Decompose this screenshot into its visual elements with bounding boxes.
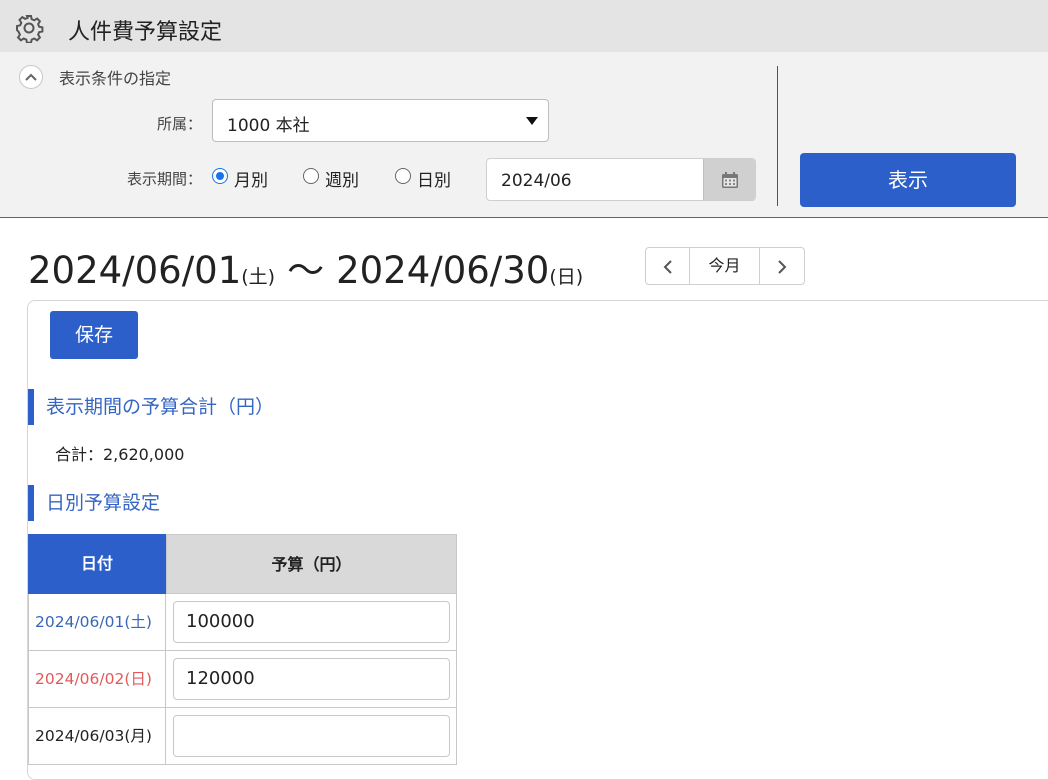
month-input[interactable]: 2024/06 bbox=[486, 158, 756, 201]
chevron-right-icon bbox=[778, 260, 787, 274]
row-date: 2024/06/03(月) bbox=[28, 708, 166, 764]
caret-down-icon bbox=[526, 117, 538, 125]
calendar-icon bbox=[722, 172, 738, 188]
month-value: 2024/06 bbox=[501, 171, 572, 191]
radio-monthly[interactable]: 月別 bbox=[212, 166, 282, 191]
gear-icon[interactable] bbox=[14, 13, 44, 43]
budget-input[interactable] bbox=[173, 715, 450, 757]
department-value: 1000 本社 bbox=[227, 116, 310, 136]
calendar-button[interactable] bbox=[703, 159, 755, 200]
radio-weekly[interactable]: 週別 bbox=[303, 166, 373, 191]
department-label: 所属： bbox=[156, 115, 202, 133]
row-date: 2024/06/01(土) bbox=[28, 594, 166, 650]
chevron-left-icon bbox=[663, 260, 672, 274]
next-period-button[interactable] bbox=[760, 248, 804, 284]
show-button[interactable]: 表示 bbox=[800, 153, 1016, 207]
budget-total-value: 合計：2,620,000 bbox=[55, 445, 185, 464]
radio-dot bbox=[212, 168, 228, 184]
radio-label: 週別 bbox=[325, 171, 359, 191]
table-row: 2024/06/03(月) bbox=[28, 708, 457, 765]
department-select[interactable]: 1000 本社 bbox=[212, 99, 549, 142]
current-month-button[interactable]: 今月 bbox=[690, 248, 760, 284]
radio-label: 日別 bbox=[417, 171, 451, 191]
budget-total-heading: 表示期間の予算合計（円） bbox=[28, 389, 274, 425]
daily-budget-heading: 日別予算設定 bbox=[28, 485, 160, 521]
budget-input[interactable]: 100000 bbox=[173, 601, 450, 643]
row-date: 2024/06/02(日) bbox=[28, 651, 166, 707]
range-end-day: (日) bbox=[549, 266, 584, 288]
budget-input[interactable]: 120000 bbox=[173, 658, 450, 700]
filter-heading: 表示条件の指定 bbox=[59, 69, 172, 88]
radio-dot bbox=[303, 168, 319, 184]
save-button[interactable]: 保存 bbox=[50, 311, 138, 359]
column-header-date: 日付 bbox=[28, 534, 166, 594]
radio-daily[interactable]: 日別 bbox=[395, 166, 465, 191]
radio-label: 月別 bbox=[234, 171, 268, 191]
range-tilde: 〜 bbox=[287, 249, 325, 292]
collapse-filter-button[interactable] bbox=[19, 65, 43, 89]
chevron-up-icon bbox=[25, 73, 37, 81]
radio-dot bbox=[395, 168, 411, 184]
divider bbox=[777, 66, 778, 206]
prev-period-button[interactable] bbox=[646, 248, 690, 284]
row-budget-cell bbox=[166, 708, 457, 764]
table-row: 2024/06/02(日) 120000 bbox=[28, 651, 457, 708]
row-budget-cell: 100000 bbox=[166, 594, 457, 650]
range-start-day: (土) bbox=[241, 266, 276, 288]
column-header-budget: 予算（円） bbox=[166, 534, 457, 594]
period-navigation: 今月 bbox=[645, 247, 805, 285]
table-row: 2024/06/01(土) 100000 bbox=[28, 594, 457, 651]
date-range-heading: 2024/06/01(土) 〜 2024/06/30(日) bbox=[28, 240, 583, 294]
page-title: 人件費予算設定 bbox=[68, 20, 223, 45]
range-start-date: 2024/06/01 bbox=[28, 249, 242, 292]
filter-panel: 表示条件の指定 所属： 1000 本社 表示期間： 月別 週別 日別 2024/… bbox=[0, 52, 1048, 218]
range-end-date: 2024/06/30 bbox=[336, 249, 550, 292]
period-label: 表示期間： bbox=[126, 170, 202, 188]
row-budget-cell: 120000 bbox=[166, 651, 457, 707]
title-bar: 人件費予算設定 bbox=[0, 0, 1048, 52]
